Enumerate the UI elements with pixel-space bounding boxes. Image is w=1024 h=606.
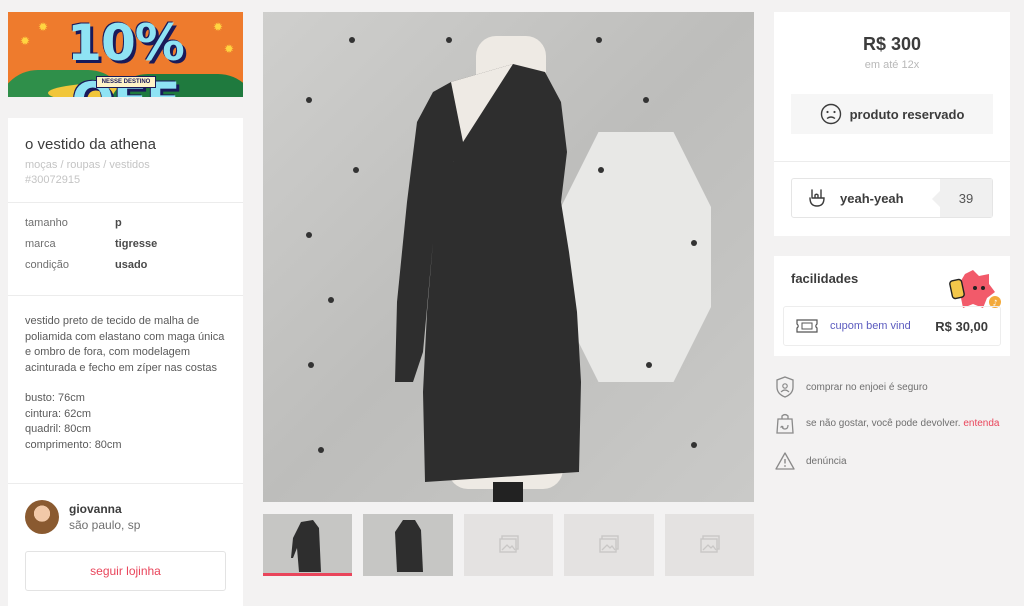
measure-item: comprimento: 80cm [25,438,122,451]
seller-name[interactable]: giovanna [69,502,140,516]
breadcrumb: moças / roupas / vestidos [25,159,226,171]
reserved-label: produto reservado [849,106,965,122]
return-policy-link[interactable]: entenda [963,418,999,429]
attribute-label: condição [25,259,70,271]
breadcrumb-item-mocas[interactable]: moças [25,159,57,171]
thumbnail-dress-image [291,520,321,572]
thumbnail-placeholder[interactable] [463,514,554,576]
mannequin-stand [493,482,523,502]
thumbnail-dress-image [395,520,424,572]
product-price: R$ 300 [862,34,922,54]
product-description: vestido preto de tecido de malha de poli… [8,296,243,484]
wall-hole [318,447,324,453]
image-placeholder-icon [499,535,519,553]
title-block: o vestido da athena moças / roupas / ves… [8,118,243,203]
facilities-title: facilidades [791,271,859,286]
wall-hole [306,97,312,103]
mini-dress-shape [291,520,321,572]
dress-image [395,64,581,482]
divider [774,161,1010,162]
wall-hole [308,362,314,368]
sad-face-icon [820,103,841,125]
product-info-card: o vestido da athena moças / roupas / ves… [8,118,243,606]
wall-hole [446,37,452,43]
trust-item-return: se não gostar, você pode devolver. enten… [774,412,1014,434]
thumbnail-placeholder[interactable] [564,514,654,576]
coupon-value: R$ 30,00 [935,318,988,334]
yeah-yeah-label: yeah-yeah [840,190,904,206]
attributes-list: tamanho p marca tigresse condição usado [8,203,243,296]
thumbnail-strip [263,514,755,576]
trust-item-report[interactable]: denúncia [774,452,1014,470]
rock-hand-icon [809,189,825,207]
avatar[interactable] [25,500,59,534]
return-bag-icon [774,412,796,434]
seller-location: são paulo, sp [69,518,141,532]
image-placeholder-icon [699,535,720,553]
promo-banner[interactable]: ✹ ✹ ✹ ✹ 10% OFF NESSE DESTINO [8,12,243,97]
warning-icon [774,452,796,470]
seller-block: giovanna são paulo, sp seguir lojinha [8,484,243,591]
wall-hole [596,37,602,43]
mini-dress-shape [395,520,424,572]
coupon-text: cupom bem vindo [830,320,910,332]
wall-hole [306,232,312,238]
attribute-row: marca tigresse [25,238,226,250]
measure-item: busto: 76cm [25,392,85,404]
attribute-value[interactable]: tigresse [115,238,157,250]
follow-store-button[interactable]: seguir lojinha [25,551,226,591]
wall-hole [349,37,355,43]
ticket-icon [796,319,818,333]
shield-icon [774,376,796,398]
product-title: o vestido da athena [25,136,156,153]
attribute-value: usado [115,259,148,271]
measures-list: busto: 76cm cintura: 62cm quadril: 80cm … [25,391,226,453]
measure-item: quadril: 80cm [25,423,92,435]
dress-shape [395,64,581,482]
wall-hole [691,442,697,448]
yeah-yeah-main: yeah-yeah [792,179,940,217]
installments-text: em até 12x [864,59,920,71]
main-product-photo[interactable] [263,12,754,502]
wall-hole [646,362,652,368]
trust-item-secure: comprar no enjoei é seguro [774,376,1014,398]
wall-hole [328,297,334,303]
seller-row[interactable]: giovanna são paulo, sp [25,500,226,534]
attribute-label: tamanho [25,217,68,229]
report-link[interactable]: denúncia [806,456,847,467]
reserved-button[interactable]: produto reservado [791,94,993,134]
yeah-yeah-button[interactable]: yeah-yeah 39 [791,178,993,218]
breadcrumb-separator: / [100,159,110,171]
breadcrumb-item-roupas[interactable]: roupas [67,159,101,171]
measure-item: cintura: 62cm [25,407,92,420]
attribute-label: marca [25,238,56,250]
trust-secure-text: comprar no enjoei é seguro [806,381,928,393]
facilities-card: facilidades ♪ cupom bem vindo R$ 30,00 [774,256,1010,356]
wall-hole [353,167,359,173]
return-text: se não gostar, você pode devolver. [806,417,961,429]
trust-return-text: se não gostar, você pode devolver. enten… [806,418,1000,429]
yeah-yeah-count: 39 [932,179,992,217]
attribute-row: condição usado [25,259,226,271]
attribute-value: p [115,217,122,229]
wall-hole [643,97,649,103]
breadcrumb-separator: / [57,159,67,171]
thumbnail-2[interactable] [363,514,453,576]
seller-info: giovanna são paulo, sp [69,502,140,532]
description-text: vestido preto de tecido de malha de poli… [25,315,225,374]
price-card: R$ 300 em até 12x produto reservado yeah… [774,12,1010,236]
product-id: #30072915 [25,174,81,186]
coupon-item[interactable]: cupom bem vindo R$ 30,00 [783,306,1001,346]
thumbnail-1[interactable] [263,514,353,576]
wall-hole [691,240,697,246]
thumbnail-placeholder[interactable] [664,514,755,576]
banner-ribbon: NESSE DESTINO [96,76,156,88]
breadcrumb-item-vestidos[interactable]: vestidos [109,159,149,171]
attribute-row: tamanho p [25,217,226,229]
image-placeholder-icon [599,535,619,553]
